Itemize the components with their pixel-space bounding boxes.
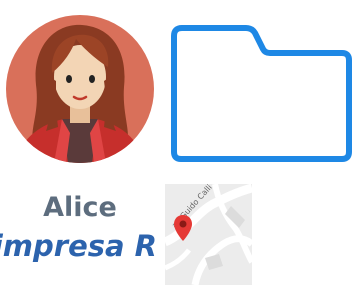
map-pin-icon: [174, 215, 192, 241]
folder-icon: [171, 25, 352, 162]
user-avatar[interactable]: [6, 15, 154, 163]
user-avatar-icon: [6, 15, 154, 163]
user-name: Alice: [43, 192, 117, 223]
folder-button[interactable]: [166, 22, 353, 164]
user-company: impresa R: [0, 229, 157, 263]
map-thumbnail[interactable]: ao Guido Calli: [165, 184, 252, 285]
